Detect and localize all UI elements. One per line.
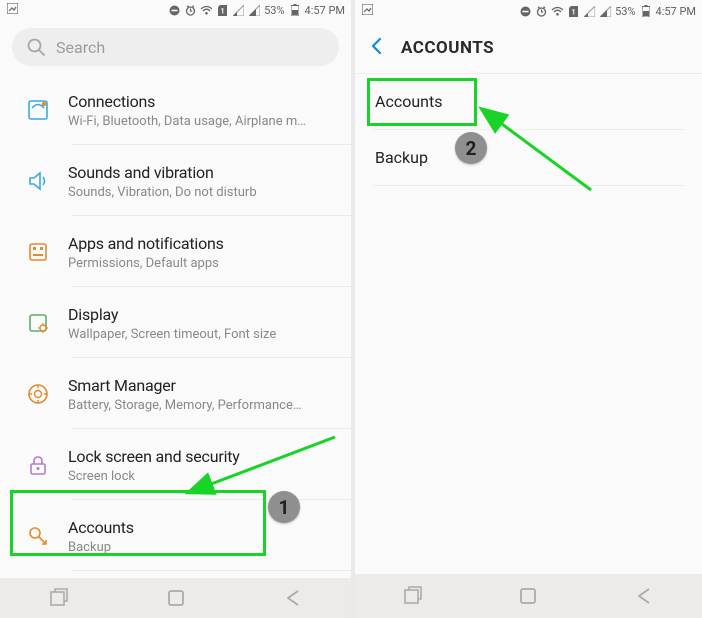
display-icon (18, 303, 58, 343)
row-sub: Battery, Storage, Memory, Performance… (68, 398, 337, 413)
accounts-icon (18, 516, 58, 556)
settings-row-lock-screen[interactable]: Lock screen and security Screen lock (0, 429, 351, 499)
row-sub: Wi-Fi, Bluetooth, Data usage, Airplane m… (68, 114, 337, 129)
row-title: Smart Manager (68, 376, 337, 395)
image-indicator-icon (361, 4, 373, 16)
search-row: Search (0, 20, 351, 74)
settings-row-accounts[interactable]: Accounts Backup (0, 500, 351, 570)
row-sub: Screen lock (68, 469, 337, 484)
row-title: Sounds and vibration (68, 163, 337, 182)
row-title: Lock screen and security (68, 447, 337, 466)
row-title: Display (68, 305, 337, 324)
dnd-icon (519, 5, 531, 17)
apps-icon (18, 232, 58, 272)
nav-home-button[interactable] (165, 587, 187, 609)
row-sub: Backup (68, 540, 337, 555)
phone-accounts: 1 53% 4:57 PM ACCOUNTS Accounts Backup 2 (351, 0, 702, 618)
search-input[interactable]: Search (12, 28, 339, 66)
phone-settings: 1 53% 4:57 PM Search Connections Wi-Fi, B… (0, 0, 351, 618)
row-sub: Permissions, Default apps (68, 256, 337, 271)
lock-icon (18, 445, 58, 485)
signal-1-icon (583, 5, 595, 17)
accounts-header: ACCOUNTS (355, 22, 702, 74)
image-indicator-icon (6, 3, 18, 15)
settings-row-smart-manager[interactable]: Smart Manager Battery, Storage, Memory, P… (0, 358, 351, 428)
connections-icon (18, 90, 58, 130)
battery-icon (289, 4, 301, 16)
nav-recent-button[interactable] (402, 585, 424, 607)
status-bar: 1 53% 4:57 PM (355, 0, 702, 22)
status-bar: 1 53% 4:57 PM (0, 0, 351, 20)
clock: 4:57 PM (305, 4, 345, 17)
nav-recent-button[interactable] (48, 587, 70, 609)
accounts-list[interactable]: Accounts Backup (355, 74, 702, 574)
svg-text:1: 1 (220, 7, 224, 15)
smart-manager-icon (18, 374, 58, 414)
sim-icon: 1 (567, 5, 579, 17)
svg-text:1: 1 (571, 8, 575, 16)
nav-home-button[interactable] (517, 585, 539, 607)
battery-percent: 53% (615, 5, 635, 18)
wifi-icon (551, 5, 563, 17)
settings-list[interactable]: Connections Wi-Fi, Bluetooth, Data usage,… (0, 74, 351, 578)
nav-back-button[interactable] (282, 587, 304, 609)
row-title: Accounts (68, 518, 337, 537)
wifi-icon (200, 4, 212, 16)
signal-2-icon (599, 5, 611, 17)
battery-icon (640, 5, 652, 17)
nav-bar (0, 578, 351, 618)
nav-bar (355, 574, 702, 618)
settings-row-sounds[interactable]: Sounds and vibration Sounds, Vibration, D… (0, 145, 351, 215)
alarm-icon (184, 4, 196, 16)
battery-percent: 53% (264, 4, 284, 17)
accounts-row-backup[interactable]: Backup (355, 130, 702, 185)
header-title: ACCOUNTS (401, 38, 494, 58)
signal-1-icon (232, 4, 244, 16)
dnd-icon (168, 4, 180, 16)
back-button[interactable] (367, 36, 387, 60)
settings-row-apps[interactable]: Apps and notifications Permissions, Defau… (0, 216, 351, 286)
signal-2-icon (248, 4, 260, 16)
row-sub: Wallpaper, Screen timeout, Font size (68, 327, 337, 342)
settings-row-connections[interactable]: Connections Wi-Fi, Bluetooth, Data usage,… (0, 74, 351, 144)
nav-back-button[interactable] (633, 585, 655, 607)
search-icon (26, 37, 46, 57)
sim-icon: 1 (216, 4, 228, 16)
row-title: Apps and notifications (68, 234, 337, 253)
search-placeholder: Search (56, 38, 105, 57)
settings-row-accessibility[interactable]: Accessibility (0, 571, 351, 578)
sounds-icon (18, 161, 58, 201)
row-title: Connections (68, 92, 337, 111)
clock: 4:57 PM (656, 5, 696, 18)
accounts-row-accounts[interactable]: Accounts (355, 74, 702, 129)
settings-row-display[interactable]: Display Wallpaper, Screen timeout, Font s… (0, 287, 351, 357)
alarm-icon (535, 5, 547, 17)
row-sub: Sounds, Vibration, Do not disturb (68, 185, 337, 200)
